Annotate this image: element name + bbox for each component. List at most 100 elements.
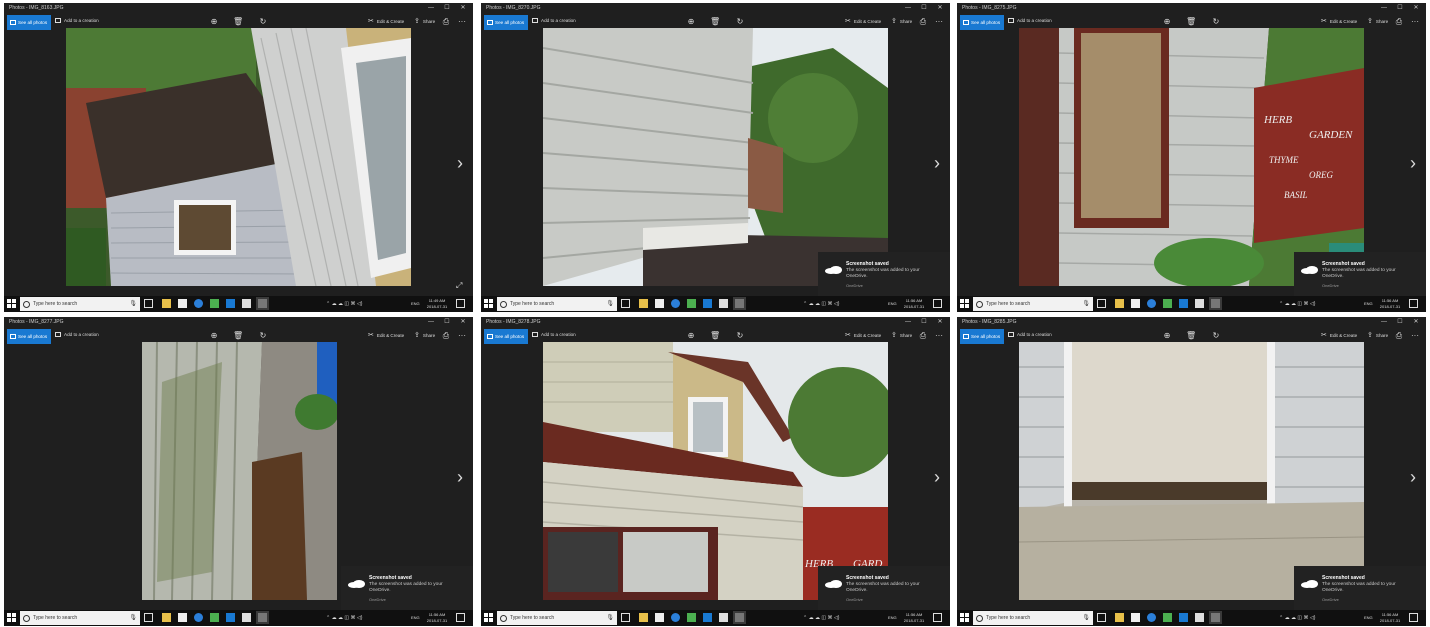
mic-icon[interactable]: 🎙 — [606, 300, 614, 307]
zoom-icon[interactable]: ⊕ — [686, 17, 696, 27]
mic-icon[interactable]: 🎙 — [606, 614, 614, 621]
trash-icon[interactable]: 🗑 — [233, 331, 243, 341]
rotate-icon[interactable]: ↻ — [1211, 17, 1221, 27]
share-button[interactable]: ⇪ Share — [414, 332, 435, 339]
next-photo-button[interactable]: › — [1408, 153, 1418, 173]
print-icon[interactable]: ⎙ — [1394, 331, 1404, 341]
maximize-button[interactable]: ☐ — [440, 318, 454, 327]
file-explorer-icon[interactable] — [162, 613, 171, 622]
photos-app-icon[interactable] — [1209, 611, 1222, 624]
edit-create-button[interactable]: ✂ Edit & Create — [845, 18, 881, 25]
system-tray[interactable]: ⌃ ☁ ☁ ◫ ⌘ ◁) — [1279, 615, 1315, 621]
minimize-button[interactable]: — — [901, 4, 915, 13]
see-all-photos-button[interactable]: See all photos — [7, 329, 51, 344]
language-indicator[interactable]: ENG — [1364, 301, 1373, 306]
outlook-icon[interactable] — [1179, 299, 1188, 308]
edge-icon[interactable] — [1147, 613, 1156, 622]
maximize-button[interactable]: ☐ — [1393, 4, 1407, 13]
system-tray[interactable]: ⌃ ☁ ☁ ◫ ⌘ ◁) — [326, 615, 362, 621]
clock[interactable]: 11:56 AM 2018-07-31 — [424, 612, 450, 623]
see-all-photos-button[interactable]: See all photos — [960, 15, 1004, 30]
zoom-icon[interactable]: ⊕ — [1162, 331, 1172, 341]
print-icon[interactable]: ⎙ — [918, 331, 928, 341]
store-icon[interactable] — [655, 299, 664, 308]
mail-icon[interactable] — [242, 613, 251, 622]
start-button[interactable] — [960, 299, 969, 308]
clock[interactable]: 11:56 AM 2018-07-31 — [1377, 612, 1403, 623]
trash-icon[interactable]: 🗑 — [233, 17, 243, 27]
file-explorer-icon[interactable] — [639, 613, 648, 622]
action-center-icon[interactable] — [456, 299, 465, 308]
mail-icon[interactable] — [719, 299, 728, 308]
trash-icon[interactable]: 🗑 — [1186, 17, 1196, 27]
system-tray[interactable]: ⌃ ☁ ☁ ◫ ⌘ ◁) — [803, 301, 839, 307]
add-to-creation-button[interactable]: Add to a creation — [532, 18, 576, 23]
expand-icon[interactable]: ⤢ — [456, 281, 462, 291]
trash-icon[interactable]: 🗑 — [710, 331, 720, 341]
next-photo-button[interactable]: › — [455, 153, 465, 173]
next-photo-button[interactable]: › — [932, 467, 942, 487]
start-button[interactable] — [960, 613, 969, 622]
chrome-icon[interactable] — [210, 613, 219, 622]
see-all-photos-button[interactable]: See all photos — [484, 15, 528, 30]
taskbar-search[interactable]: Type here to search 🎙 — [973, 297, 1093, 311]
toast-notification[interactable]: Screenshot saved The screenshot was adde… — [1294, 252, 1426, 296]
mic-icon[interactable]: 🎙 — [1082, 300, 1090, 307]
mail-icon[interactable] — [719, 613, 728, 622]
edit-create-button[interactable]: ✂ Edit & Create — [1321, 332, 1357, 339]
chrome-icon[interactable] — [1163, 299, 1172, 308]
toast-notification[interactable]: Screenshot saved The screenshot was adde… — [341, 566, 473, 610]
task-view-icon[interactable] — [621, 613, 630, 622]
action-center-icon[interactable] — [456, 613, 465, 622]
mail-icon[interactable] — [1195, 299, 1204, 308]
print-icon[interactable]: ⎙ — [918, 17, 928, 27]
minimize-button[interactable]: — — [1377, 4, 1391, 13]
file-explorer-icon[interactable] — [1115, 299, 1124, 308]
clock[interactable]: 11:56 AM 2018-07-31 — [1377, 298, 1403, 309]
share-button[interactable]: ⇪ Share — [1367, 18, 1388, 25]
chrome-icon[interactable] — [687, 613, 696, 622]
taskbar-search[interactable]: Type here to search 🎙 — [497, 611, 617, 625]
mic-icon[interactable]: 🎙 — [129, 614, 137, 621]
edge-icon[interactable] — [194, 299, 203, 308]
zoom-icon[interactable]: ⊕ — [686, 331, 696, 341]
close-button[interactable]: ✕ — [1409, 4, 1423, 13]
minimize-button[interactable]: — — [424, 318, 438, 327]
chrome-icon[interactable] — [210, 299, 219, 308]
taskbar-search[interactable]: Type here to search 🎙 — [497, 297, 617, 311]
language-indicator[interactable]: ENG — [888, 301, 897, 306]
more-button[interactable]: ··· — [934, 17, 944, 27]
see-all-photos-button[interactable]: See all photos — [960, 329, 1004, 344]
chrome-icon[interactable] — [687, 299, 696, 308]
store-icon[interactable] — [178, 299, 187, 308]
taskbar-search[interactable]: Type here to search 🎙 — [20, 297, 140, 311]
rotate-icon[interactable]: ↻ — [258, 331, 268, 341]
add-to-creation-button[interactable]: Add to a creation — [532, 332, 576, 337]
outlook-icon[interactable] — [226, 613, 235, 622]
more-button[interactable]: ··· — [1410, 331, 1420, 341]
rotate-icon[interactable]: ↻ — [1211, 331, 1221, 341]
edge-icon[interactable] — [671, 299, 680, 308]
clock[interactable]: 11:56 AM 2018-07-31 — [901, 298, 927, 309]
add-to-creation-button[interactable]: Add to a creation — [1008, 18, 1052, 23]
task-view-icon[interactable] — [144, 299, 153, 308]
start-button[interactable] — [7, 613, 16, 622]
outlook-icon[interactable] — [1179, 613, 1188, 622]
share-button[interactable]: ⇪ Share — [891, 332, 912, 339]
outlook-icon[interactable] — [226, 299, 235, 308]
mail-icon[interactable] — [1195, 613, 1204, 622]
photos-app-icon[interactable] — [256, 611, 269, 624]
minimize-button[interactable]: — — [901, 318, 915, 327]
action-center-icon[interactable] — [1409, 299, 1418, 308]
next-photo-button[interactable]: › — [455, 467, 465, 487]
outlook-icon[interactable] — [703, 613, 712, 622]
task-view-icon[interactable] — [1097, 613, 1106, 622]
outlook-icon[interactable] — [703, 299, 712, 308]
zoom-icon[interactable]: ⊕ — [209, 331, 219, 341]
store-icon[interactable] — [1131, 299, 1140, 308]
action-center-icon[interactable] — [1409, 613, 1418, 622]
start-button[interactable] — [7, 299, 16, 308]
photos-app-icon[interactable] — [256, 297, 269, 310]
zoom-icon[interactable]: ⊕ — [1162, 17, 1172, 27]
start-button[interactable] — [484, 613, 493, 622]
